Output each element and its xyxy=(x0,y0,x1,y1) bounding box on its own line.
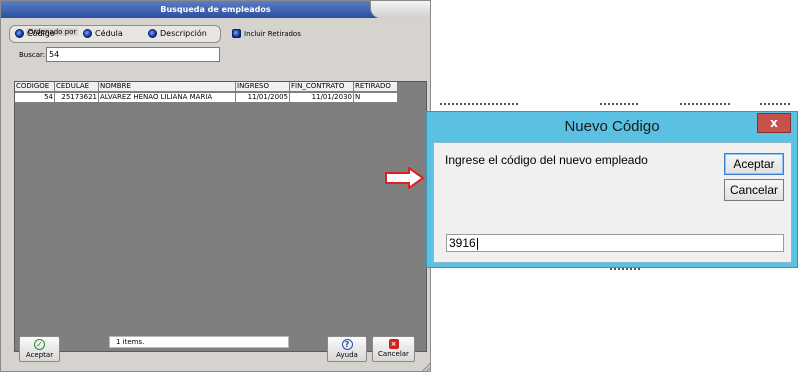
busqueda-window: Busqueda de empleados Ordenado por Códig… xyxy=(0,0,431,372)
cancelar-button-label: Cancelar xyxy=(378,350,409,358)
ayuda-button[interactable]: ? Ayuda xyxy=(327,336,367,362)
text-caret xyxy=(476,237,478,250)
aceptar-button[interactable]: ✓ Aceptar xyxy=(19,336,60,362)
grid-header-retirado[interactable]: RETIRADO xyxy=(354,82,398,92)
buscar-label: Buscar: xyxy=(19,51,46,59)
radio-descripcion[interactable]: Descripción xyxy=(148,29,207,38)
cancel-icon: × xyxy=(388,339,399,349)
table-row[interactable]: 54 25173621 ALVAREZ HENAO LILIANA MARIA … xyxy=(15,93,398,103)
cell-fin-contrato: 11/01/2030 xyxy=(290,93,354,103)
dialog-aceptar-button[interactable]: Aceptar xyxy=(724,153,784,175)
busqueda-title-tab xyxy=(370,1,430,18)
help-icon: ? xyxy=(341,339,353,350)
background-text-scribble xyxy=(440,103,520,105)
ayuda-button-label: Ayuda xyxy=(336,351,358,359)
codigo-input[interactable]: 3916 xyxy=(446,234,784,252)
cell-nombre: ALVAREZ HENAO LILIANA MARIA xyxy=(99,93,236,103)
nuevo-codigo-dialog: Nuevo Código x Ingrese el código del nue… xyxy=(426,111,798,268)
dialog-cancelar-button[interactable]: Cancelar xyxy=(724,179,784,201)
cell-cedulae: 25173621 xyxy=(55,93,99,103)
radio-selected-icon xyxy=(15,29,24,38)
codigo-input-value: 3916 xyxy=(449,236,476,250)
grid-header-nombre[interactable]: NOMBRE xyxy=(99,82,236,92)
dialog-title: Nuevo Código xyxy=(564,118,660,135)
incluir-retirados-checkbox[interactable]: Incluir Retirados xyxy=(232,29,301,38)
dialog-message: Ingrese el código del nuevo empleado xyxy=(445,153,648,167)
empleados-grid[interactable]: CODIGOE CEDULAE NOMBRE INGRESO FIN_CONTR… xyxy=(14,81,427,352)
cell-codigoe: 54 xyxy=(15,93,55,103)
background-text-scribble xyxy=(680,103,730,105)
buscar-input[interactable]: 54 xyxy=(46,47,220,62)
red-arrow-icon xyxy=(385,167,425,189)
grid-header-row: CODIGOE CEDULAE NOMBRE INGRESO FIN_CONTR… xyxy=(15,82,398,92)
check-icon: ✓ xyxy=(34,339,45,350)
radio-cedula[interactable]: Cédula xyxy=(83,29,123,38)
bottom-toolbar: 1 items. ✓ Aceptar ? Ayuda × Cancelar xyxy=(1,333,430,371)
background-text-scribble xyxy=(600,103,640,105)
screen: Busqueda de empleados Ordenado por Códig… xyxy=(0,0,800,372)
grid-header-codigoe[interactable]: CODIGOE xyxy=(15,82,55,92)
items-count: 1 items. xyxy=(109,336,289,348)
cell-ingreso: 11/01/2005 xyxy=(236,93,290,103)
grid-header-cedulae[interactable]: CEDULAE xyxy=(55,82,99,92)
checkbox-icon xyxy=(232,29,241,38)
grid-header-fin-contrato[interactable]: FIN_CONTRATO xyxy=(290,82,354,92)
dialog-client-area: Ingrese el código del nuevo empleado Ace… xyxy=(433,142,792,263)
cancelar-button[interactable]: × Cancelar xyxy=(372,336,415,362)
background-text-scribble xyxy=(760,103,790,105)
radio-codigo-label: Código xyxy=(27,29,55,38)
radio-cedula-label: Cédula xyxy=(95,29,123,38)
busqueda-title: Busqueda de empleados xyxy=(1,1,430,18)
resize-grip-icon[interactable] xyxy=(422,363,430,371)
grid-header-ingreso[interactable]: INGRESO xyxy=(236,82,290,92)
radio-descripcion-label: Descripción xyxy=(160,29,207,38)
radio-codigo[interactable]: Código xyxy=(15,29,55,38)
busqueda-body: Ordenado por Código Cédula Descripción I… xyxy=(1,18,430,371)
cell-retirado: N xyxy=(354,93,398,103)
background-text-scribble xyxy=(610,268,640,270)
radio-icon xyxy=(83,29,92,38)
incluir-retirados-label: Incluir Retirados xyxy=(244,29,301,38)
aceptar-button-label: Aceptar xyxy=(25,351,54,359)
radio-icon xyxy=(148,29,157,38)
close-button[interactable]: x xyxy=(757,113,791,133)
